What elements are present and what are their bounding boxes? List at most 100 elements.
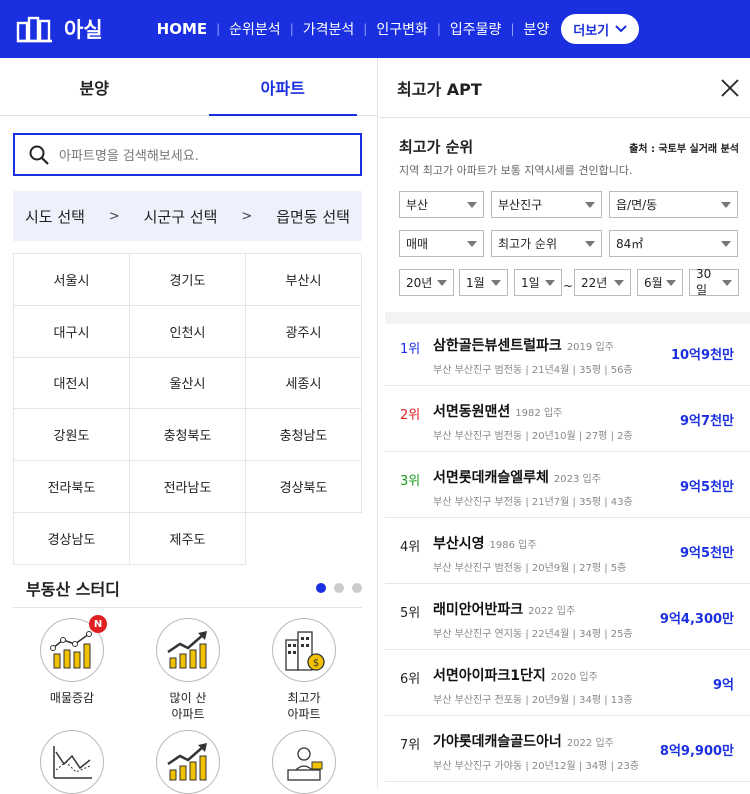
logo[interactable]: 아실 [16, 14, 103, 44]
nav-price-analysis[interactable]: 가격분석 [303, 19, 355, 39]
end-month-select[interactable]: 6월 [637, 269, 683, 296]
highest-price-panel: 최고가 APT 최고가 순위 출처 : 국토부 실거래 분석 지역 최고가 아파… [379, 58, 750, 788]
rank-number: 3위 [400, 474, 421, 489]
nav-home[interactable]: HOME [157, 20, 207, 38]
caret-down-icon [722, 279, 732, 286]
apartment-name[interactable]: 서면동원맨션 [433, 401, 510, 421]
apartment-row[interactable]: 3위 서면롯데캐슬엘루체 2023 입주 부산 부산진구 부전동 | 21년7월… [385, 456, 750, 518]
close-button[interactable] [710, 68, 750, 108]
city-chungbuk[interactable]: 충청북도 [130, 409, 246, 462]
city-gyeonggi[interactable]: 경기도 [130, 254, 246, 306]
city-gangwon[interactable]: 강원도 [14, 409, 130, 462]
city-gyeongbuk[interactable]: 경상북도 [246, 461, 362, 513]
select-province[interactable]: 시도 선택 [25, 206, 85, 227]
select-district[interactable]: 시군구 선택 [144, 206, 218, 227]
study-most-bought[interactable]: 많이 산 아파트 [138, 618, 238, 722]
district-select[interactable]: 부산진구 [491, 191, 602, 218]
apartment-details: 부산 부산진구 가야동 | 20년12월 | 34평 | 23층 [433, 761, 640, 772]
caret-down-icon [467, 240, 477, 247]
apartment-row[interactable]: 4위 부산시영 1986 입주 부산 부산진구 범전동 | 20년9월 | 27… [385, 522, 750, 584]
caret-down-icon [585, 240, 595, 247]
trade-type-select[interactable]: 매매 [399, 230, 484, 257]
rank-description: 지역 최고가 아파트가 보통 지역시세를 견인합니다. [399, 164, 633, 177]
study-listing-change[interactable]: N 매물증감 [22, 615, 122, 706]
select-value: 매매 [406, 237, 429, 251]
nav-population[interactable]: 인구변화 [376, 19, 428, 39]
city-busan[interactable]: 부산시 [246, 254, 362, 306]
city-sejong[interactable]: 세종시 [246, 357, 362, 410]
study-item-6[interactable] [254, 730, 354, 794]
city-seoul[interactable]: 서울시 [14, 254, 130, 306]
apartment-row[interactable]: 7위 가야롯데캐슬골드아너 2022 입주 부산 부산진구 가야동 | 20년1… [385, 720, 750, 782]
end-day-select[interactable]: 30일 [689, 267, 739, 297]
carousel-dot-1[interactable] [316, 583, 326, 593]
caret-down-icon [467, 201, 477, 208]
end-year-select[interactable]: 22년 [574, 269, 631, 296]
study-highest-price[interactable]: $ 최고가 아파트 [254, 618, 354, 722]
city-incheon[interactable]: 인천시 [130, 305, 246, 358]
rank-title: 최고가 순위 [399, 138, 474, 156]
search-icon [29, 145, 49, 165]
city-jeonnam[interactable]: 전라남도 [130, 461, 246, 513]
province-select[interactable]: 부산 [399, 191, 484, 218]
start-year-select[interactable]: 20년 [399, 269, 454, 296]
apartment-name[interactable]: 가야롯데캐슬골드아너 [433, 731, 562, 751]
select-value: 6월 [644, 276, 663, 290]
city-jeonbuk[interactable]: 전라북도 [14, 461, 130, 513]
nav-rank-analysis[interactable]: 순위분석 [229, 19, 281, 39]
apartment-details: 부산 부산진구 전포동 | 20년9월 | 34평 | 13층 [433, 695, 633, 706]
area-select[interactable]: 84㎡ [609, 230, 738, 257]
select-value: 부산진구 [498, 198, 543, 212]
apartment-name[interactable]: 서면아이파크1단지 [433, 665, 546, 685]
nav-presale[interactable]: 분양 [523, 19, 549, 39]
building-coin-icon: $ [272, 618, 336, 682]
select-value: 1월 [466, 276, 485, 290]
apartment-title: 부산시영 1986 입주 [433, 533, 537, 553]
more-button[interactable]: 더보기 [561, 14, 640, 44]
city-daegu[interactable]: 대구시 [14, 305, 130, 358]
apartment-title: 삼한골든뷰센트럴파크 2019 입주 [433, 335, 614, 355]
study-header: 부동산 스터디 [26, 576, 362, 600]
city-gwangju[interactable]: 광주시 [246, 305, 362, 358]
sort-select[interactable]: 최고가 순위 [491, 230, 602, 257]
apartment-row[interactable]: 5위 래미안어반파크 2022 입주 부산 부산진구 연지동 | 22년4월 |… [385, 588, 750, 650]
tab-apartment[interactable]: 아파트 [189, 58, 378, 116]
apartment-name[interactable]: 서면롯데캐슬엘루체 [433, 467, 549, 487]
rank-number: 7위 [400, 738, 421, 753]
city-chungnam[interactable]: 충청남도 [246, 409, 362, 462]
study-item-4[interactable] [22, 730, 122, 794]
carousel-dot-3[interactable] [352, 583, 362, 593]
study-label: 많이 산 아파트 [169, 691, 207, 721]
start-month-select[interactable]: 1월 [459, 269, 508, 296]
caret-down-icon [721, 201, 731, 208]
city-gyeongnam[interactable]: 경상남도 [14, 512, 130, 565]
city-jeju[interactable]: 제주도 [130, 512, 246, 565]
select-value: 30일 [696, 267, 712, 297]
caret-down-icon [491, 279, 501, 286]
study-label: 매물증감 [49, 691, 95, 705]
apartment-details: 부산 부산진구 연지동 | 22년4월 | 34평 | 25층 [433, 629, 633, 640]
breadcrumb-arrow: > [108, 208, 120, 224]
start-day-select[interactable]: 1일 [514, 269, 562, 296]
apartment-row[interactable]: 6위 서면아이파크1단지 2020 입주 부산 부산진구 전포동 | 20년9월… [385, 654, 750, 716]
apartment-name[interactable]: 래미안어반파크 [433, 599, 523, 619]
select-town[interactable]: 읍면동 선택 [276, 206, 350, 227]
nav-move-in-supply[interactable]: 입주물량 [450, 19, 502, 39]
apartment-row[interactable]: 1위 삼한골든뷰센트럴파크 2019 입주 부산 부산진구 범전동 | 21년4… [385, 324, 750, 386]
apartment-price: 9억4,300만 [659, 612, 734, 627]
select-value: 최고가 순위 [498, 237, 558, 251]
tab-presale[interactable]: 분양 [0, 58, 189, 115]
city-ulsan[interactable]: 울산시 [130, 357, 246, 410]
apartment-name[interactable]: 삼한골든뷰센트럴파크 [433, 335, 562, 355]
apartment-row[interactable]: 2위 서면동원맨션 1982 입주 부산 부산진구 범전동 | 20년10월 |… [385, 390, 750, 452]
apartment-price: 8억9,900만 [659, 744, 734, 759]
search-input[interactable]: 아파트명을 검색해보세요. [13, 133, 362, 176]
town-select[interactable]: 읍/면/동 [609, 191, 738, 218]
apartment-name[interactable]: 부산시영 [433, 533, 485, 553]
caret-down-icon [545, 279, 555, 286]
city-daejeon[interactable]: 대전시 [14, 357, 130, 410]
study-item-5[interactable] [138, 730, 238, 794]
apartment-price: 9억 [712, 678, 734, 693]
apartment-price: 9억5천만 [680, 546, 734, 561]
carousel-dot-2[interactable] [334, 583, 344, 593]
